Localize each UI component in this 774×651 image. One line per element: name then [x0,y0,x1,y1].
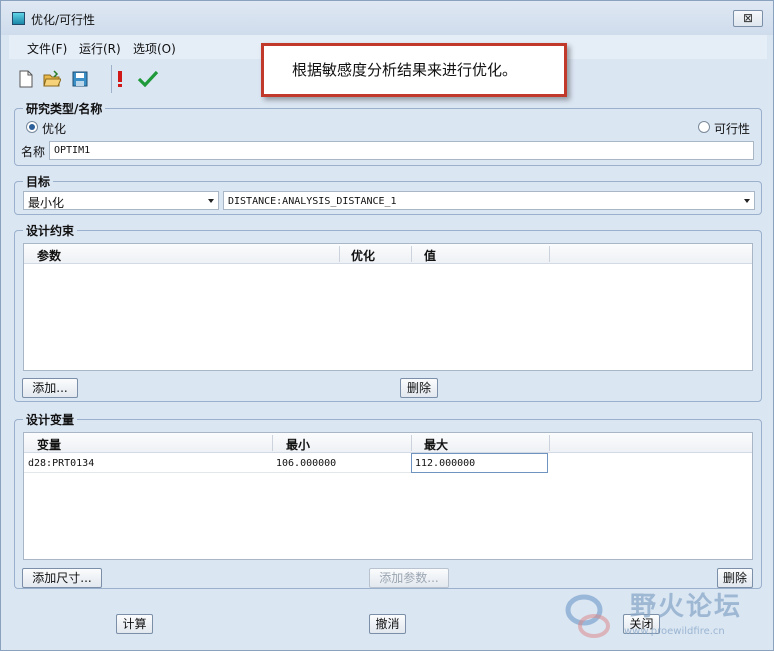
cancel-button[interactable]: 撤消 [369,614,406,634]
goal-measure-select[interactable]: DISTANCE:ANALYSIS_DISTANCE_1 [223,191,755,210]
constraints-group-title: 设计约束 [23,222,78,239]
table-row[interactable]: d28:PRT0134 106.000000 112.000000 [24,453,548,473]
chevron-down-icon [744,199,750,203]
menu-options[interactable]: 选项(O) [133,40,176,57]
goal-group-title: 目标 [23,173,54,190]
menu-file[interactable]: 文件(F) [27,40,67,57]
add-parameter-button[interactable]: 添加参数... [369,568,449,588]
open-folder-icon[interactable] [43,70,61,88]
column-header-max[interactable]: 最大 [424,436,448,453]
variable-cell[interactable]: d28:PRT0134 [28,458,94,469]
goal-measure-value: DISTANCE:ANALYSIS_DISTANCE_1 [228,196,397,207]
constraints-table-header: 参数 优化 值 [24,244,752,264]
variables-table[interactable]: 变量 最小 最大 d28:PRT0134 106.000000 112.0000… [23,432,753,560]
new-file-icon[interactable] [17,70,35,88]
variables-group: 设计变量 变量 最小 最大 d28:PRT0134 106.000000 112… [14,411,762,589]
column-divider [272,435,273,451]
close-window-button[interactable]: ⊠ [733,10,763,27]
add-dimension-button[interactable]: 添加尺寸... [22,568,102,588]
column-header-optimize[interactable]: 优化 [351,247,375,264]
column-divider [411,246,412,262]
optimize-radio-label: 优化 [42,122,67,136]
goal-mode-select[interactable]: 最小化 [23,191,219,210]
study-group-title: 研究类型/名称 [23,100,106,117]
feasibility-radio-label: 可行性 [714,122,751,136]
feasibility-radio[interactable] [698,121,710,133]
study-name-field[interactable]: OPTIM1 [49,141,754,160]
column-divider [339,246,340,262]
forum-watermark: 野火论坛 www.proewildfire.cn [564,584,764,648]
menu-run[interactable]: 运行(R) [79,40,121,57]
constraints-group: 设计约束 参数 优化 值 添加... 删除 [14,222,762,402]
watermark-url: www.proewildfire.cn [624,626,725,637]
title-bar: 优化/可行性 ⊠ [1,1,773,35]
compute-button[interactable]: 计算 [116,614,153,634]
column-divider [549,435,550,451]
goal-group: 目标 最小化 DISTANCE:ANALYSIS_DISTANCE_1 [14,173,762,215]
variables-group-title: 设计变量 [23,411,78,428]
max-cell-editor[interactable]: 112.000000 [411,453,548,473]
min-cell[interactable]: 106.000000 [276,458,336,469]
column-header-value[interactable]: 值 [424,247,436,264]
constraints-table[interactable]: 参数 优化 值 [23,243,753,371]
optimization-dialog: 优化/可行性 ⊠ 文件(F) 运行(R) 选项(O) 根据敏感度分析结果来进行优… [0,0,774,651]
goal-mode-value: 最小化 [28,196,65,210]
add-constraint-button[interactable]: 添加... [22,378,78,398]
save-icon[interactable] [71,70,89,88]
column-header-parameter[interactable]: 参数 [37,247,61,264]
watermark-title: 野火论坛 [630,592,743,622]
butterfly-logo-icon [565,594,610,638]
column-header-variable[interactable]: 变量 [37,436,61,453]
window-title: 优化/可行性 [31,13,96,27]
chevron-down-icon [208,199,214,203]
app-icon [12,12,25,25]
variables-table-header: 变量 最小 最大 [24,433,752,453]
delete-constraint-button[interactable]: 删除 [400,378,438,398]
exclamation-icon[interactable] [111,70,129,88]
checkmark-icon[interactable] [137,70,159,88]
study-group: 研究类型/名称 优化 可行性 名称 OPTIM1 [14,100,762,166]
column-divider [411,435,412,451]
column-divider [549,246,550,262]
annotation-callout: 根据敏感度分析结果来进行优化。 [261,43,567,97]
column-header-min[interactable]: 最小 [286,436,310,453]
optimize-radio[interactable] [26,121,38,133]
name-label: 名称 [21,145,46,159]
